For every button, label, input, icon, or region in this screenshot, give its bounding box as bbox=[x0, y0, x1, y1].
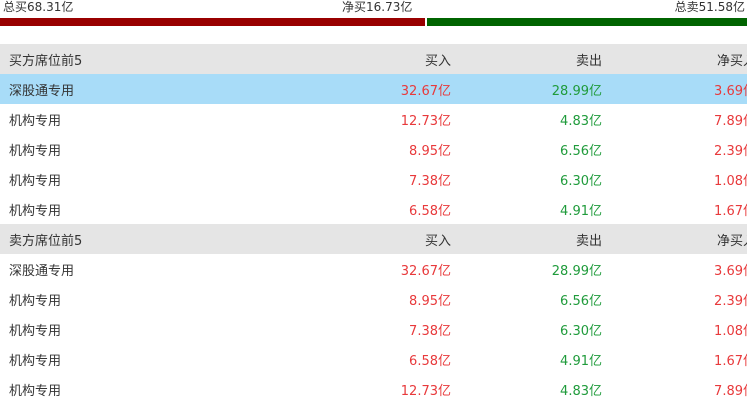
buy-amount: 32.67亿 bbox=[400, 263, 451, 279]
buyer-header-name: 买方席位前5 bbox=[0, 44, 289, 74]
sell-amount: 4.83亿 bbox=[560, 113, 602, 129]
buy-amount: 8.95亿 bbox=[409, 293, 451, 309]
buy-sell-ratio-bar bbox=[0, 18, 747, 26]
seat-name: 机构专用 bbox=[9, 203, 62, 219]
sell-amount: 4.91亿 bbox=[560, 203, 602, 219]
buy-amount: 8.95亿 bbox=[409, 143, 451, 159]
total-buy-label: 总买68.31亿 bbox=[3, 0, 74, 14]
sell-amount: 6.56亿 bbox=[560, 143, 602, 159]
net-amount: 3.69亿 bbox=[602, 74, 747, 104]
table-row[interactable]: 机构专用 7.38亿 6.30亿 1.08亿 bbox=[0, 164, 747, 194]
buyer-header-net: 净买入 bbox=[602, 44, 747, 74]
seat-name: 机构专用 bbox=[9, 113, 62, 129]
table-row[interactable]: 机构专用 12.73亿 4.83亿 7.89亿 bbox=[0, 104, 747, 134]
seat-name: 机构专用 bbox=[9, 143, 62, 159]
sell-amount: 4.91亿 bbox=[560, 353, 602, 369]
sell-amount: 6.30亿 bbox=[560, 173, 602, 189]
seller-table-header: 卖方席位前5 买入 卖出 净买入 bbox=[0, 224, 747, 254]
buy-amount: 6.58亿 bbox=[409, 353, 451, 369]
table-row[interactable]: 深股通专用 32.67亿 28.99亿 3.69亿 bbox=[0, 74, 747, 104]
table-row[interactable]: 机构专用 6.58亿 4.91亿 1.67亿 bbox=[0, 194, 747, 224]
sell-amount: 6.30亿 bbox=[560, 323, 602, 339]
seat-name: 机构专用 bbox=[9, 353, 62, 369]
sell-amount: 28.99亿 bbox=[451, 74, 602, 104]
net-amount: 2.39亿 bbox=[714, 143, 747, 159]
buy-amount: 7.38亿 bbox=[409, 323, 451, 339]
table-row[interactable]: 机构专用 6.58亿 4.91亿 1.67亿 bbox=[0, 344, 747, 374]
net-amount: 1.08亿 bbox=[714, 173, 747, 189]
seller-header-buy: 买入 bbox=[289, 224, 451, 254]
net-amount: 1.67亿 bbox=[714, 203, 747, 219]
seat-name: 深股通专用 bbox=[0, 74, 289, 104]
table-row[interactable]: 机构专用 8.95亿 6.56亿 2.39亿 bbox=[0, 134, 747, 164]
net-buy-label: 净买16.73亿 bbox=[342, 0, 413, 14]
seller-header-name: 卖方席位前5 bbox=[0, 224, 289, 254]
seat-name: 深股通专用 bbox=[9, 263, 75, 279]
net-amount: 1.08亿 bbox=[714, 323, 747, 339]
table-row[interactable]: 深股通专用 32.67亿 28.99亿 3.69亿 bbox=[0, 254, 747, 284]
buyer-seats-table: 买方席位前5 买入 卖出 净买入 深股通专用 32.67亿 28.99亿 3.6… bbox=[0, 44, 747, 224]
buyer-header-buy: 买入 bbox=[289, 44, 451, 74]
buy-amount: 7.38亿 bbox=[409, 173, 451, 189]
seller-header-net: 净买入 bbox=[602, 224, 747, 254]
seller-seats-table: 卖方席位前5 买入 卖出 净买入 深股通专用 32.67亿 28.99亿 3.6… bbox=[0, 224, 747, 404]
total-sell-label: 总卖51.58亿 bbox=[674, 0, 745, 14]
buy-volume-bar bbox=[0, 18, 426, 26]
table-row[interactable]: 机构专用 8.95亿 6.56亿 2.39亿 bbox=[0, 284, 747, 314]
buy-amount: 6.58亿 bbox=[409, 203, 451, 219]
seat-name: 机构专用 bbox=[9, 173, 62, 189]
net-amount: 1.67亿 bbox=[714, 353, 747, 369]
net-amount: 3.69亿 bbox=[714, 263, 747, 279]
summary-labels: 总买68.31亿 净买16.73亿 总卖51.58亿 bbox=[0, 0, 747, 14]
seat-name: 机构专用 bbox=[9, 293, 62, 309]
seat-name: 机构专用 bbox=[9, 323, 62, 339]
buy-amount: 12.73亿 bbox=[400, 113, 451, 129]
buy-amount: 32.67亿 bbox=[289, 74, 451, 104]
buyer-header-sell: 卖出 bbox=[451, 44, 602, 74]
sell-amount: 6.56亿 bbox=[560, 293, 602, 309]
sell-volume-bar bbox=[427, 18, 747, 26]
net-amount: 2.39亿 bbox=[714, 293, 747, 309]
table-row[interactable]: 机构专用 7.38亿 6.30亿 1.08亿 bbox=[0, 314, 747, 344]
net-amount: 7.89亿 bbox=[714, 113, 747, 129]
seller-header-sell: 卖出 bbox=[451, 224, 602, 254]
buyer-table-header: 买方席位前5 买入 卖出 净买入 bbox=[0, 44, 747, 74]
sell-amount: 28.99亿 bbox=[551, 263, 602, 279]
